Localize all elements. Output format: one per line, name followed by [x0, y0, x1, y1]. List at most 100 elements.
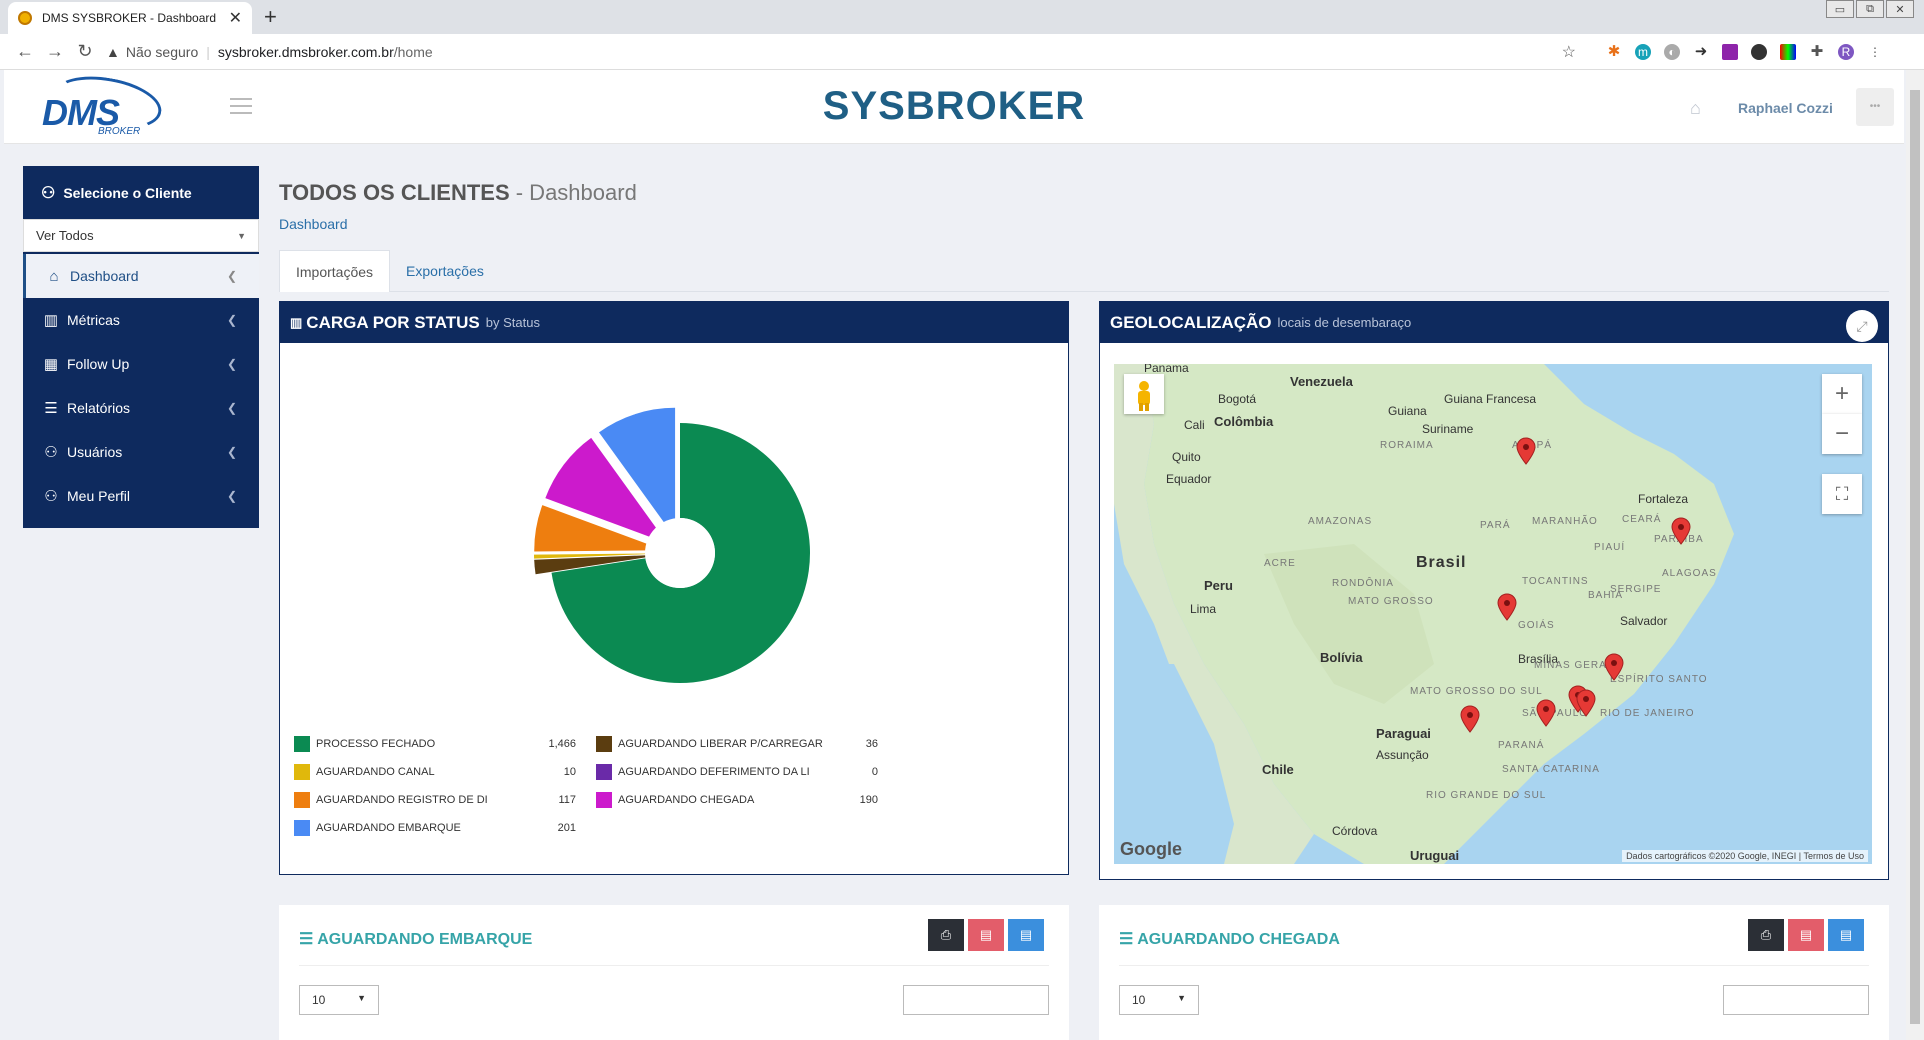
print-button[interactable]: ⎙: [928, 919, 964, 951]
puzzle-icon[interactable]: ✚: [1809, 43, 1825, 60]
page-size-select[interactable]: 10 ▼: [1119, 985, 1199, 1015]
legend-item[interactable]: AGUARDANDO DEFERIMENTO DA LI 0: [596, 764, 878, 780]
extension-icon[interactable]: m: [1635, 43, 1651, 60]
geo-panel: GEOLOCALIZAÇÃO locais de desembaraço ⤢ P…: [1099, 301, 1889, 880]
legend-value: 10: [563, 766, 576, 778]
chevron-left-icon: ❮: [226, 401, 237, 415]
extension-icon[interactable]: [1722, 43, 1738, 60]
sidebar-item-relatorios[interactable]: ☰ Relatórios ❮: [23, 386, 259, 430]
bar-chart-icon: ▥: [290, 314, 303, 330]
close-tab-icon[interactable]: ✕: [229, 8, 242, 28]
legend-item[interactable]: AGUARDANDO LIBERAR P/CARREGAR 36: [596, 736, 878, 752]
pdf-button[interactable]: ▤: [968, 919, 1004, 951]
avatar[interactable]: •••: [1856, 88, 1894, 126]
tab-exportacoes[interactable]: Exportações: [390, 250, 500, 292]
forward-icon[interactable]: →: [40, 41, 70, 62]
profile-icon[interactable]: R: [1838, 43, 1854, 60]
browser-tabbar: DMS SYSBROKER - Dashboard ✕ + ▭ ⧉ ✕: [0, 0, 1924, 34]
menu-dots-icon[interactable]: ⋮: [1867, 44, 1883, 60]
page-tabs: Importações Exportações: [279, 250, 1889, 292]
legend-swatch: [596, 764, 612, 780]
legend-value: 0: [871, 766, 878, 778]
calendar-icon: ▦: [43, 356, 59, 373]
list-icon: ☰: [1119, 931, 1138, 948]
client-select[interactable]: Ver Todos ▼: [23, 219, 259, 252]
browser-tab[interactable]: DMS SYSBROKER - Dashboard ✕: [8, 2, 252, 34]
excel-button[interactable]: ▤: [1828, 919, 1864, 951]
map-pin-icon[interactable]: [1497, 593, 1517, 621]
status-chart-panel: ▥ CARGA POR STATUS by Status PROCESSO FE…: [279, 301, 1069, 875]
user-icon: ⚇: [41, 184, 56, 202]
map[interactable]: Panama Venezuela Bogotá Guiana Guiana France…: [1114, 364, 1872, 864]
extension-icon[interactable]: ◐: [1664, 43, 1680, 60]
status-pie-chart: [534, 407, 810, 683]
reload-icon[interactable]: ↻: [70, 41, 100, 62]
expand-icon[interactable]: ⤢: [1846, 310, 1878, 342]
legend-label: AGUARDANDO CHEGADA: [618, 794, 755, 806]
legend-item[interactable]: PROCESSO FECHADO 1,466: [294, 736, 576, 752]
terms-link[interactable]: Termos de Uso: [1803, 851, 1864, 861]
street-view-pegman-icon[interactable]: [1124, 374, 1164, 414]
sidebar-item-dashboard[interactable]: ⌂ Dashboard ❮: [23, 254, 259, 298]
security-label: Não seguro: [125, 43, 199, 60]
search-input[interactable]: [1723, 985, 1869, 1015]
zoom-in-button[interactable]: +: [1822, 374, 1862, 414]
chevron-left-icon: ❮: [226, 357, 237, 371]
extension-icon[interactable]: ➜: [1693, 43, 1709, 60]
page-size-select[interactable]: 10 ▼: [299, 985, 379, 1015]
awaiting-arrival-panel: ☰ AGUARDANDO CHEGADA ⎙ ▤ ▤ 10 ▼: [1099, 905, 1889, 1040]
legend-item[interactable]: AGUARDANDO EMBARQUE 201: [294, 820, 576, 836]
map-pin-icon[interactable]: [1671, 517, 1691, 545]
home-icon[interactable]: ⌂: [1690, 98, 1701, 119]
legend-value: 201: [557, 822, 576, 834]
tab-title: DMS SYSBROKER - Dashboard: [42, 11, 217, 25]
pie-center: [645, 518, 715, 588]
page-title: TODOS OS CLIENTES - Dashboard: [279, 180, 637, 205]
page-scrollbar[interactable]: [1906, 70, 1924, 1040]
legend-item[interactable]: AGUARDANDO REGISTRO DE DI 117: [294, 792, 576, 808]
map-pin-icon[interactable]: [1576, 689, 1596, 717]
list-icon: ☰: [299, 931, 318, 948]
url-path: /home: [393, 43, 433, 60]
sidebar-item-meu-perfil[interactable]: ⚇ Meu Perfil ❮: [23, 474, 259, 518]
close-window-icon[interactable]: ✕: [1886, 0, 1914, 18]
extension-icon[interactable]: ✱: [1606, 43, 1622, 60]
extensions-bar: ✱ m ◐ ➜ ✚ R ⋮: [1606, 43, 1883, 60]
legend-label: AGUARDANDO REGISTRO DE DI: [316, 794, 488, 806]
print-button[interactable]: ⎙: [1748, 919, 1784, 951]
user-icon: ⚇: [44, 444, 58, 461]
map-pin-icon[interactable]: [1460, 705, 1480, 733]
extension-icon[interactable]: [1751, 43, 1767, 60]
search-input[interactable]: [903, 985, 1049, 1015]
sidebar-item-metricas[interactable]: ▥ Métricas ❮: [23, 298, 259, 342]
url-field[interactable]: ▲ Não seguro | sysbroker.dmsbroker.com.b…: [106, 42, 1576, 62]
zoom-out-button[interactable]: −: [1822, 414, 1862, 454]
sidebar-item-usuarios[interactable]: ⚇ Usuários ❮: [23, 430, 259, 474]
tab-importacoes[interactable]: Importações: [279, 250, 391, 292]
url-host: sysbroker.dmsbroker.com.br: [217, 43, 394, 60]
back-icon[interactable]: ←: [10, 41, 40, 62]
legend-item[interactable]: AGUARDANDO CANAL 10: [294, 764, 576, 780]
legend-label: AGUARDANDO CANAL: [316, 766, 435, 778]
legend-label: AGUARDANDO DEFERIMENTO DA LI: [618, 766, 810, 778]
sidebar-item-follow-up[interactable]: ▦ Follow Up ❮: [23, 342, 259, 386]
restore-icon[interactable]: ⧉: [1856, 0, 1884, 18]
new-tab-button[interactable]: +: [264, 4, 277, 30]
extension-icon[interactable]: [1780, 43, 1796, 60]
pdf-button[interactable]: ▤: [1788, 919, 1824, 951]
map-pin-icon[interactable]: [1604, 653, 1624, 681]
legend-swatch: [596, 792, 612, 808]
map-pin-icon[interactable]: [1536, 699, 1556, 727]
breadcrumb[interactable]: Dashboard: [279, 216, 348, 232]
bookmark-star-icon[interactable]: ☆: [1562, 42, 1576, 62]
legend-item[interactable]: AGUARDANDO CHEGADA 190: [596, 792, 878, 808]
map-pin-icon[interactable]: [1516, 437, 1536, 465]
sidebar: ⚇ Selecione o Cliente Ver Todos ▼ ⌂ Dash…: [23, 166, 259, 528]
legend-swatch: [294, 736, 310, 752]
user-name[interactable]: Raphael Cozzi: [1738, 100, 1833, 116]
excel-button[interactable]: ▤: [1008, 919, 1044, 951]
fullscreen-icon[interactable]: ⛶: [1822, 474, 1862, 514]
app-header: DMS BROKER SYSBROKER ⌂ Raphael Cozzi •••: [4, 68, 1904, 144]
minimize-icon[interactable]: ▭: [1826, 0, 1854, 18]
address-bar: ← → ↻ ▲ Não seguro | sysbroker.dmsbroker…: [0, 34, 1924, 70]
